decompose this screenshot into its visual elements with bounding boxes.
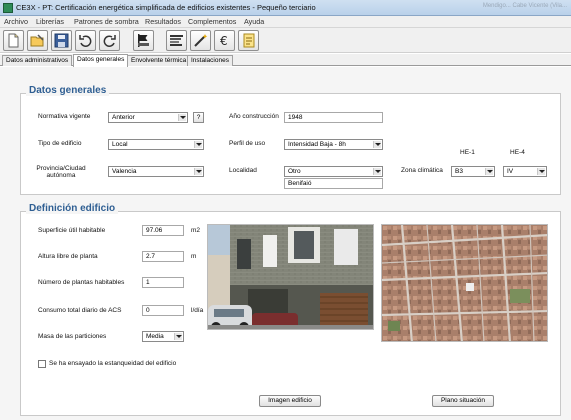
datos-generales-title: Datos generales: [26, 85, 110, 96]
normativa-label: Normativa vigente: [38, 113, 91, 120]
toolbar: €: [0, 28, 571, 53]
tab-instalaciones[interactable]: Instalaciones: [187, 55, 233, 66]
definicion-edificio-title: Definición edificio: [26, 203, 119, 214]
provincia-label: Provincia/Ciudad autónoma: [36, 165, 86, 179]
tab-bar: Datos administrativos Datos generales En…: [0, 54, 571, 67]
save-icon: [54, 33, 69, 48]
chevron-down-icon: [194, 168, 202, 175]
he1-select[interactable]: B3: [451, 166, 495, 177]
plantas-label: Número de plantas habitables: [38, 279, 125, 286]
he1-label: HE-1: [460, 149, 475, 156]
superficie-unit: m2: [191, 227, 201, 234]
chevron-down-icon: [537, 168, 545, 175]
zona-climatica-label: Zona climática: [401, 167, 443, 174]
he4-select[interactable]: IV: [503, 166, 547, 177]
new-file-icon: [8, 33, 19, 48]
report-button[interactable]: [238, 30, 259, 51]
localidad-select[interactable]: Otro: [284, 166, 383, 177]
imagen-edificio-button[interactable]: Imagen edificio: [259, 395, 321, 407]
menu-resultados[interactable]: Resultados: [145, 17, 181, 26]
normativa-select[interactable]: Anterior: [108, 112, 188, 123]
acs-unit: l/día: [191, 307, 204, 314]
chevron-down-icon: [174, 333, 182, 340]
menu-patrones-sombra[interactable]: Patrones de sombra: [74, 17, 139, 26]
save-button[interactable]: [51, 30, 72, 51]
tipo-edificio-label: Tipo de edificio: [38, 140, 82, 147]
open-file-button[interactable]: [27, 30, 48, 51]
anio-construccion-input[interactable]: 1948: [284, 112, 383, 123]
estanqueidad-checkbox[interactable]: [38, 360, 46, 368]
tab-datos-generales[interactable]: Datos generales: [73, 54, 129, 67]
masa-label: Masa de las particiones: [38, 333, 107, 340]
svg-text:€: €: [220, 34, 228, 48]
chevron-down-icon: [194, 141, 202, 148]
tab-datos-administrativos[interactable]: Datos administrativos: [2, 55, 73, 66]
title-bar: CE3X - PT: Certificación energética simp…: [0, 0, 571, 16]
menu-ayuda[interactable]: Ayuda: [244, 17, 264, 26]
provincia-select[interactable]: Valencia: [108, 166, 204, 177]
chevron-down-icon: [178, 114, 186, 121]
building-photo-image: [208, 225, 373, 329]
undo-button[interactable]: [75, 30, 96, 51]
tab-envolvente-termica[interactable]: Envolvente térmica: [127, 55, 191, 66]
bar-chart-icon: [170, 35, 183, 46]
superficie-input[interactable]: 97.06: [142, 225, 184, 236]
superficie-label: Superficie útil habitable: [38, 227, 106, 234]
content-area: Datos generales Normativa vigente Anteri…: [0, 67, 571, 420]
masa-select[interactable]: Media: [142, 331, 184, 342]
undo-icon: [79, 35, 92, 47]
anio-construccion-label: Año construcción: [229, 113, 279, 120]
chevron-down-icon: [373, 141, 381, 148]
menu-complementos[interactable]: Complementos: [188, 17, 236, 26]
report-icon: [243, 33, 255, 48]
menu-bar: Archivo Librerías Patrones de sombra Res…: [0, 16, 571, 28]
menu-librerias[interactable]: Librerías: [36, 17, 64, 26]
window-title: CE3X - PT: Certificación energética simp…: [16, 3, 316, 12]
plantas-input[interactable]: 1: [142, 277, 184, 288]
building-photo: [207, 224, 374, 330]
redo-icon: [103, 35, 116, 47]
new-file-button[interactable]: [3, 30, 24, 51]
redo-button[interactable]: [99, 30, 120, 51]
menu-archivo[interactable]: Archivo: [4, 17, 28, 26]
euro-icon: €: [220, 34, 228, 48]
plano-situacion-button[interactable]: Plano situación: [432, 395, 494, 407]
localidad-label: Localidad: [229, 167, 257, 174]
chevron-down-icon: [373, 168, 381, 175]
open-file-icon: [30, 34, 44, 47]
magic-wand-button[interactable]: [190, 30, 211, 51]
altura-label: Altura libre de planta: [38, 253, 98, 260]
chevron-down-icon: [485, 168, 493, 175]
bar-chart-button[interactable]: [166, 30, 187, 51]
estanqueidad-label: Se ha ensayado la estanqueidad del edifi…: [49, 360, 177, 367]
app-icon: [3, 3, 13, 13]
altura-unit: m: [191, 253, 197, 260]
acs-input[interactable]: 0: [142, 305, 184, 316]
altura-input[interactable]: 2.7: [142, 251, 184, 262]
euro-button[interactable]: €: [214, 30, 235, 51]
flag-button[interactable]: [133, 30, 154, 51]
help-button[interactable]: ?: [193, 112, 204, 123]
tipo-edificio-select[interactable]: Local: [108, 139, 204, 150]
localidad-extra-input[interactable]: Benifaió: [284, 178, 383, 189]
acs-label: Consumo total diario de ACS: [38, 307, 122, 314]
perfil-uso-label: Perfil de uso: [229, 140, 266, 147]
taskbar-text: Mendigo... Cabe Vicente (Vila...: [482, 3, 567, 9]
he4-label: HE-4: [510, 149, 525, 156]
aerial-map-image: [382, 225, 547, 341]
perfil-uso-select[interactable]: Intensidad Baja - 8h: [284, 139, 383, 150]
location-map: [381, 224, 548, 342]
magic-wand-icon: [194, 34, 208, 47]
flag-icon: [138, 34, 149, 47]
